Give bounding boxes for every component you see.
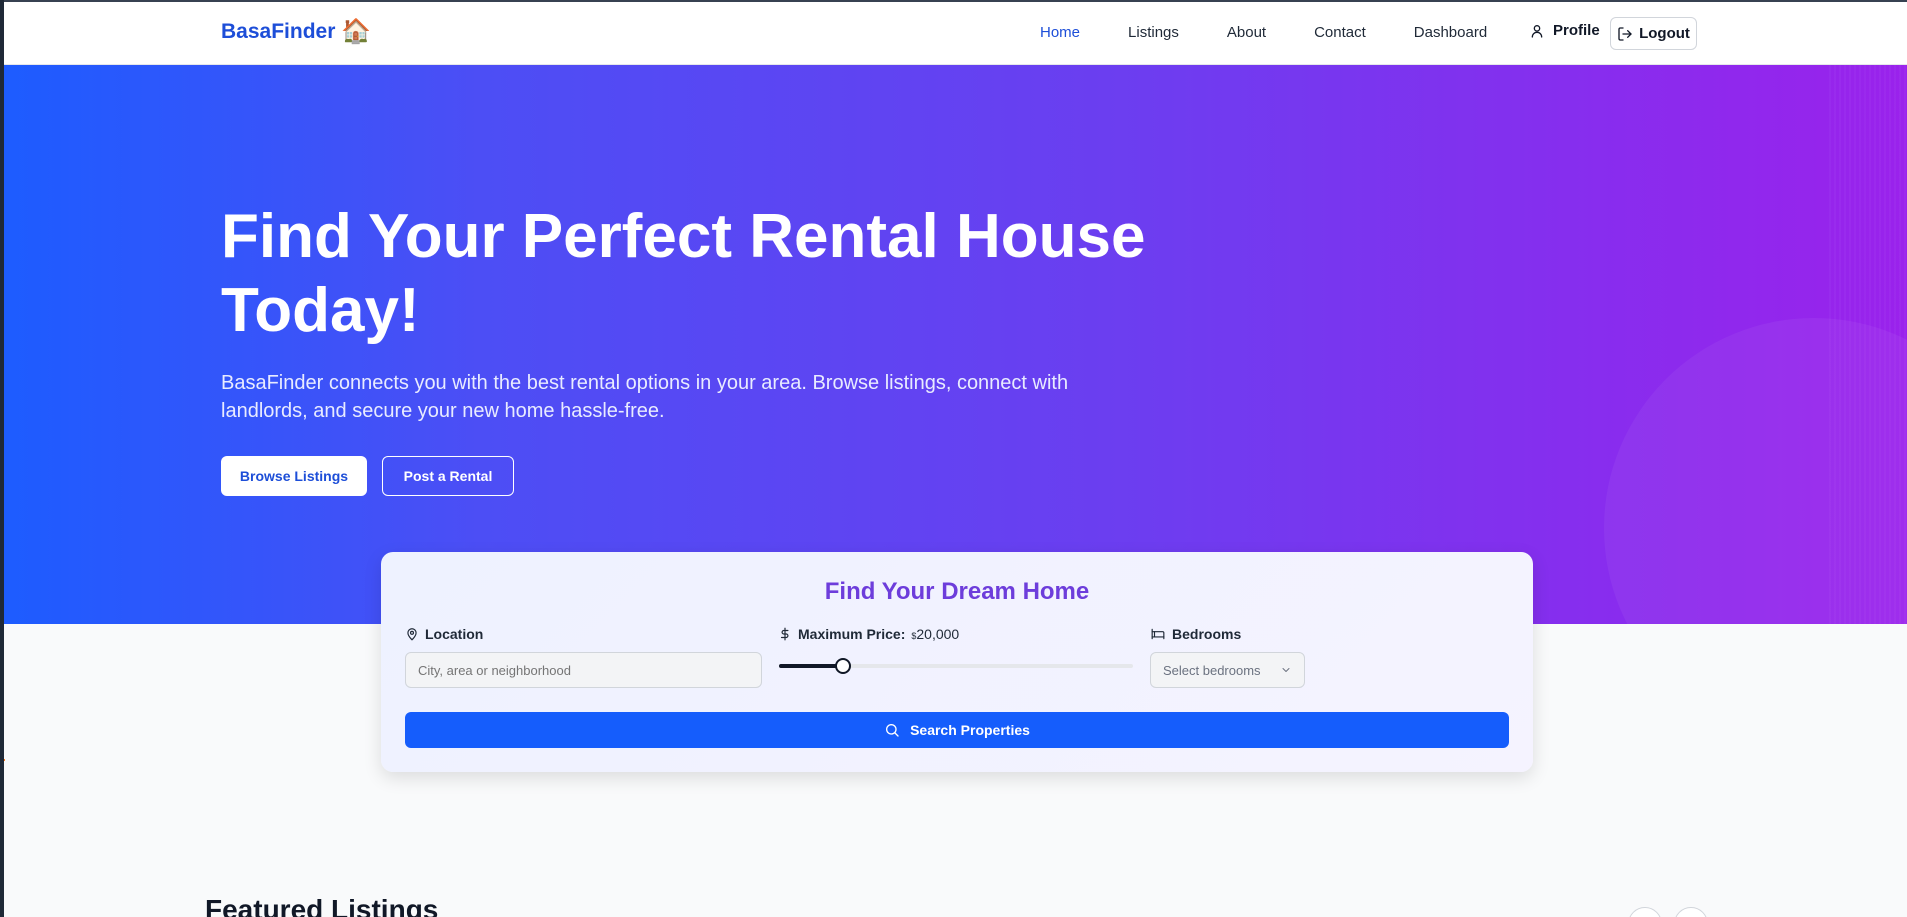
bedrooms-label: Bedrooms bbox=[1150, 626, 1241, 642]
bedrooms-select-value: Select bedrooms bbox=[1163, 662, 1261, 678]
location-label-text: Location bbox=[425, 626, 484, 642]
price-amount: 20,000 bbox=[916, 626, 960, 642]
profile-label: Profile bbox=[1553, 22, 1600, 39]
price-label-text: Maximum Price: bbox=[798, 626, 906, 642]
hero-section: Find Your Perfect Rental House Today! Ba… bbox=[4, 65, 1907, 624]
search-button-label: Search Properties bbox=[910, 722, 1030, 738]
featured-listings-title: Featured Listings bbox=[205, 894, 439, 917]
logout-label: Logout bbox=[1639, 25, 1690, 42]
carousel-prev-button[interactable] bbox=[1628, 907, 1662, 917]
search-title: Find Your Dream Home bbox=[824, 578, 1090, 605]
search-properties-button[interactable]: Search Properties bbox=[405, 712, 1509, 748]
bed-icon bbox=[1151, 628, 1165, 640]
carousel-next-button[interactable] bbox=[1674, 907, 1708, 917]
location-label: Location bbox=[405, 626, 483, 642]
nav-link-dashboard[interactable]: Dashboard bbox=[1414, 24, 1487, 41]
map-pin-icon bbox=[407, 628, 417, 641]
nav-link-home[interactable]: Home bbox=[1040, 24, 1080, 41]
dollar-icon bbox=[780, 627, 789, 641]
price-slider-fill bbox=[779, 664, 843, 668]
logout-button[interactable]: Logout bbox=[1610, 17, 1697, 50]
nav-link-about[interactable]: About bbox=[1227, 24, 1266, 41]
hero-subtitle: BasaFinder connects you with the best re… bbox=[221, 372, 1069, 422]
bedrooms-label-text: Bedrooms bbox=[1172, 626, 1242, 642]
window-left-border bbox=[0, 0, 4, 917]
chevron-down-icon bbox=[1282, 668, 1290, 672]
user-icon bbox=[1531, 24, 1543, 38]
nav-links: Home Listings About Contact Dashboard bbox=[1040, 24, 1535, 41]
house-icon: 🏠 bbox=[341, 18, 372, 45]
bedrooms-select[interactable]: Select bedrooms bbox=[1150, 652, 1305, 688]
brand-logo[interactable]: BasaFinder 🏠 bbox=[221, 20, 371, 44]
search-card: Find Your Dream Home Location Maximum Pr… bbox=[381, 552, 1533, 772]
logout-icon bbox=[1618, 26, 1632, 41]
browse-listings-button[interactable]: Browse Listings bbox=[221, 456, 367, 496]
navbar: BasaFinder 🏠 Home Listings About Contact… bbox=[4, 2, 1907, 65]
location-input[interactable] bbox=[405, 652, 762, 688]
price-value: $20,000 bbox=[911, 626, 959, 642]
brand-name[interactable]: BasaFinder bbox=[221, 20, 335, 44]
window-top-border bbox=[0, 0, 1907, 2]
hero-title: Find Your Perfect Rental House Today! bbox=[221, 202, 1146, 345]
price-slider[interactable] bbox=[779, 658, 1133, 674]
price-label: Maximum Price: $20,000 bbox=[778, 626, 959, 642]
hero-decoration-circle bbox=[1604, 318, 1907, 624]
nav-link-contact[interactable]: Contact bbox=[1314, 24, 1366, 41]
profile-link[interactable]: Profile bbox=[1529, 22, 1600, 39]
post-rental-button[interactable]: Post a Rental bbox=[382, 456, 514, 496]
price-slider-thumb[interactable] bbox=[834, 658, 851, 674]
nav-link-listings[interactable]: Listings bbox=[1128, 24, 1179, 41]
search-icon bbox=[886, 724, 899, 737]
